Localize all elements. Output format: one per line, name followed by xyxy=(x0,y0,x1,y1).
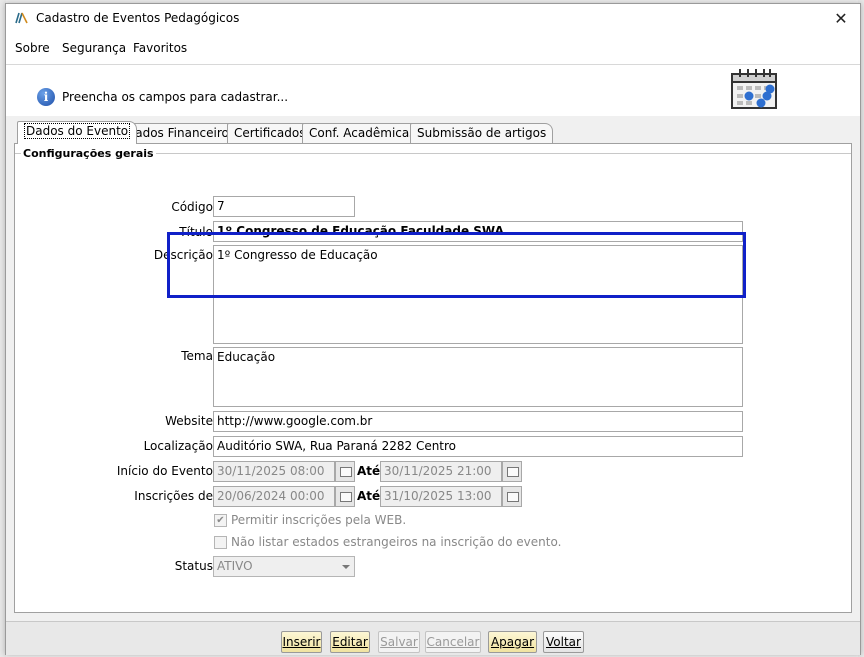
permitir-web-label: Permitir inscrições pela WEB. xyxy=(231,513,407,527)
status-select[interactable]: ATIVO xyxy=(213,556,355,577)
inscricoes-to-field[interactable]: 31/10/2025 13:00 xyxy=(380,486,502,507)
close-button[interactable]: ✕ xyxy=(828,7,854,31)
status-value: ATIVO xyxy=(217,559,253,573)
group-title: Configurações gerais xyxy=(21,147,156,160)
tema-highlight-box xyxy=(167,232,746,298)
menu-item-seguranca[interactable]: Segurança xyxy=(62,41,126,55)
salvar-button[interactable]: Salvar xyxy=(378,631,420,653)
app-logo-icon xyxy=(15,12,28,24)
tab-certificados[interactable]: Certificados xyxy=(227,123,313,143)
inscricoes-from-field[interactable]: 20/06/2024 00:00 xyxy=(213,486,335,507)
nao-listar-label: Não listar estados estrangeiros na inscr… xyxy=(231,535,562,549)
button-bar: Inserir Editar Salvar Cancelar Apagar Vo… xyxy=(6,621,860,655)
dialog-window: Cadastro de Eventos Pedagógicos ✕ Sobre … xyxy=(5,3,861,655)
localizacao-field[interactable]: Auditório SWA, Rua Paraná 2282 Centro xyxy=(213,436,743,457)
title-bar: Cadastro de Eventos Pedagógicos ✕ xyxy=(6,4,860,34)
codigo-field[interactable]: 7 xyxy=(213,196,355,217)
chevron-down-icon xyxy=(342,565,350,569)
apagar-button[interactable]: Apagar xyxy=(488,631,537,653)
tema-field[interactable]: Educação xyxy=(213,347,743,407)
inicio-from-field[interactable]: 30/11/2025 08:00 xyxy=(213,461,335,482)
cancelar-button[interactable]: Cancelar xyxy=(425,631,481,653)
tab-panel: Configurações gerais Código: 7 Título: 1… xyxy=(14,143,852,613)
editar-button[interactable]: Editar xyxy=(330,631,370,653)
inicio-from-calendar-button[interactable] xyxy=(335,461,355,482)
menu-item-favoritos[interactable]: Favoritos xyxy=(133,41,187,55)
tabs-area: Dados do Evento Dados Financeiros Certif… xyxy=(6,116,860,621)
inscricoes-label: Inscrições de: xyxy=(134,489,217,503)
voltar-button[interactable]: Voltar xyxy=(543,631,584,653)
inscricoes-from-calendar-button[interactable] xyxy=(335,486,355,507)
nao-listar-checkbox[interactable] xyxy=(214,536,227,549)
info-message: Preencha os campos para cadastrar... xyxy=(62,90,289,104)
status-label: Status: xyxy=(174,559,217,573)
calendar-icon xyxy=(731,69,777,109)
tab-dados-do-evento[interactable]: Dados do Evento xyxy=(17,121,138,144)
website-label: Website: xyxy=(165,414,217,428)
tab-conf-academicas[interactable]: Conf. Acadêmicas xyxy=(302,123,423,143)
info-banner: i Preencha os campos para cadastrar... xyxy=(6,64,860,116)
menu-item-sobre[interactable]: Sobre xyxy=(15,41,50,55)
tab-submissao-artigos[interactable]: Submissão de artigos xyxy=(410,123,554,143)
codigo-label: Código: xyxy=(171,200,217,214)
tema-label: Tema: xyxy=(181,349,217,363)
inicio-to-calendar-button[interactable] xyxy=(502,461,522,482)
tab-dados-financeiros[interactable]: Dados Financeiros xyxy=(119,123,243,143)
info-icon: i xyxy=(37,88,55,106)
inicio-label: Início do Evento: xyxy=(116,464,217,478)
inscricoes-to-calendar-button[interactable] xyxy=(502,486,522,507)
localizacao-label: Localização: xyxy=(143,439,217,453)
inserir-button[interactable]: Inserir xyxy=(281,631,322,653)
website-field[interactable]: http://www.google.com.br xyxy=(213,411,743,432)
inicio-to-field[interactable]: 30/11/2025 21:00 xyxy=(380,461,502,482)
window-title: Cadastro de Eventos Pedagógicos xyxy=(36,11,240,25)
permitir-web-checkbox[interactable]: ✔ xyxy=(214,514,227,527)
menu-bar: Sobre Segurança Favoritos xyxy=(6,37,860,61)
